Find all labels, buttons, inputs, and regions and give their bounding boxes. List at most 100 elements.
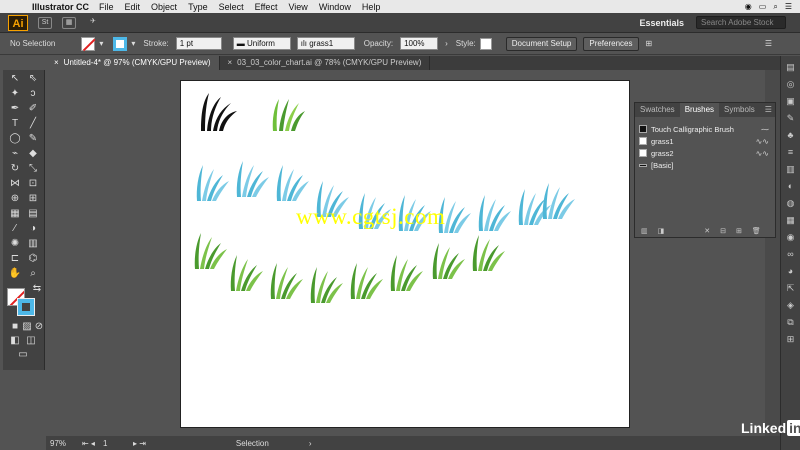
chevron-right-icon[interactable]: › xyxy=(309,439,312,448)
grass-tuft[interactable] xyxy=(196,165,229,201)
type-tool-icon[interactable]: T xyxy=(7,117,23,131)
current-tool-status[interactable]: Selection xyxy=(236,439,269,448)
dropdown-arrow-icon[interactable]: ▾ xyxy=(99,39,103,48)
brush-item-touch-calligraphic[interactable]: Touch Calligraphic Brush ⁓ xyxy=(635,123,775,135)
layers-icon[interactable]: ◎ xyxy=(785,78,797,90)
tab-brushes[interactable]: Brushes xyxy=(679,103,720,117)
artboard[interactable] xyxy=(180,80,630,428)
grass-tuft[interactable] xyxy=(276,165,309,201)
graph-tool-icon[interactable]: ▥ xyxy=(25,237,41,251)
symbol-sprayer-icon[interactable]: ✺ xyxy=(7,237,23,251)
opacity-field[interactable]: 100% xyxy=(400,37,439,50)
document-setup-button[interactable]: Document Setup xyxy=(505,36,578,51)
brush-item-grass1[interactable]: grass1 ∿∿ xyxy=(635,135,775,147)
new-brush-icon[interactable]: ⊞ xyxy=(736,227,742,235)
brush-item-basic[interactable]: [Basic] xyxy=(635,159,775,171)
graphic-styles-icon[interactable]: ▦ xyxy=(785,214,797,226)
menu-object[interactable]: Object xyxy=(151,2,177,12)
rotate-tool-icon[interactable]: ↻ xyxy=(7,162,23,176)
links-icon[interactable]: ∞ xyxy=(785,248,797,260)
magic-wand-icon[interactable]: ✦ xyxy=(7,87,23,101)
menu-select[interactable]: Select xyxy=(219,2,244,12)
workspace-switcher[interactable]: Essentials xyxy=(639,18,684,28)
remove-stroke-icon[interactable]: ✕ xyxy=(704,227,710,235)
grass-tuft[interactable] xyxy=(472,235,505,271)
hand-tool-icon[interactable]: ✋ xyxy=(7,267,23,281)
zoom-tool-icon[interactable]: ⌕ xyxy=(25,267,41,281)
menu-edit[interactable]: Edit xyxy=(125,2,141,12)
gradient-tool-icon[interactable]: ▤ xyxy=(25,207,41,221)
grass-tuft[interactable] xyxy=(236,161,269,197)
slice-tool-icon[interactable]: ⌬ xyxy=(25,252,41,266)
screen-mode-icon[interactable]: ▭ xyxy=(15,348,31,362)
list-icon[interactable]: ☰ xyxy=(785,2,792,11)
symbols-icon[interactable]: ♣ xyxy=(785,129,797,141)
brush-libraries-icon[interactable]: ▥ xyxy=(641,227,648,235)
brush-definition[interactable]: ılı grass1 xyxy=(296,37,355,50)
brush-item-grass2[interactable]: grass2 ∿∿ xyxy=(635,147,775,159)
ellipse-tool-icon[interactable]: ◯ xyxy=(7,132,23,146)
camera-icon[interactable]: ◉ xyxy=(745,2,752,11)
gpu-performance-icon[interactable]: ✈ xyxy=(86,17,100,29)
menu-window[interactable]: Window xyxy=(319,2,351,12)
blend-tool-icon[interactable]: ◑ xyxy=(25,222,41,236)
color-icon[interactable]: ◕ xyxy=(785,265,797,277)
panel-menu-icon[interactable]: ☰ xyxy=(765,39,772,48)
free-transform-icon[interactable]: ⊡ xyxy=(25,177,41,191)
selection-tool-icon[interactable]: ↖ xyxy=(7,72,23,86)
variable-width-profile[interactable]: ▬ Uniform xyxy=(232,37,291,50)
tab-swatches[interactable]: Swatches xyxy=(635,103,680,117)
chevron-right-icon[interactable]: › xyxy=(445,39,448,48)
dropdown-arrow-icon[interactable]: ▾ xyxy=(131,39,135,48)
drawing-mode-icon[interactable]: ◧ xyxy=(7,334,23,348)
grass-tuft[interactable] xyxy=(478,195,511,231)
pen-tool-icon[interactable]: ✒ xyxy=(7,102,23,116)
align-icon[interactable]: ⊞ xyxy=(785,333,797,345)
libraries-panel-icon[interactable]: ◨ xyxy=(658,227,665,235)
menu-help[interactable]: Help xyxy=(362,2,381,12)
airplay-icon[interactable]: ▭ xyxy=(759,2,767,11)
arrange-documents-icon[interactable]: ▦ xyxy=(62,16,76,29)
grass-tuft[interactable] xyxy=(542,183,575,219)
grass-tuft[interactable] xyxy=(194,233,227,269)
layers-stack-icon[interactable]: ◈ xyxy=(785,299,797,311)
menu-view[interactable]: View xyxy=(288,2,307,12)
fill-swatch[interactable] xyxy=(81,36,96,51)
stroke-swatch[interactable] xyxy=(113,36,128,51)
tab-untitled-4[interactable]: × Untitled-4* @ 97% (CMYK/GPU Preview) xyxy=(46,56,220,70)
inside-draw-icon[interactable]: ◫ xyxy=(23,334,39,348)
menu-file[interactable]: File xyxy=(99,2,114,12)
tab-color-chart[interactable]: × 03_03_color_chart.ai @ 78% (CMYK/GPU P… xyxy=(220,56,431,70)
menu-type[interactable]: Type xyxy=(188,2,208,12)
none-mode-icon[interactable]: ⊘ xyxy=(31,320,47,334)
zoom-field[interactable]: 97% xyxy=(50,439,76,448)
eraser-tool-icon[interactable]: ◆ xyxy=(25,147,41,161)
line-tool-icon[interactable]: ╱ xyxy=(25,117,41,131)
grass-tuft[interactable] xyxy=(432,243,465,279)
menu-effect[interactable]: Effect xyxy=(255,2,278,12)
close-icon[interactable]: × xyxy=(54,56,59,70)
scale-tool-icon[interactable]: ⤡ xyxy=(25,162,41,176)
transparency-icon[interactable]: ◐ xyxy=(785,180,797,192)
gradient-icon[interactable]: ▥ xyxy=(785,163,797,175)
width-tool-icon[interactable]: ⋈ xyxy=(7,177,23,191)
grass-tuft[interactable] xyxy=(390,255,423,291)
stock-icon[interactable]: St xyxy=(38,16,52,29)
eyedropper-icon[interactable]: ⁄ xyxy=(7,222,23,236)
grass-tuft[interactable] xyxy=(230,255,263,291)
tab-symbols[interactable]: Symbols xyxy=(719,103,760,117)
panel-menu-icon[interactable]: ☰ xyxy=(760,103,777,117)
perspective-grid-icon[interactable]: ⊞ xyxy=(25,192,41,206)
shaper-tool-icon[interactable]: ⌁ xyxy=(7,147,23,161)
color-guide-icon[interactable]: ◉ xyxy=(785,231,797,243)
appearance-icon[interactable]: ◍ xyxy=(785,197,797,209)
stock-search-input[interactable]: Search Adobe Stock xyxy=(696,16,786,29)
stroke-color-box[interactable] xyxy=(17,298,35,316)
close-icon[interactable]: × xyxy=(228,56,233,70)
spotlight-icon[interactable]: ⌕ xyxy=(773,2,777,12)
properties-icon[interactable]: ▤ xyxy=(785,61,797,73)
artboard-nav-prev-icon[interactable]: ⇤ ◂ xyxy=(82,439,95,448)
artboard-number-field[interactable]: 1 xyxy=(103,439,133,448)
app-menu[interactable]: Illustrator CC xyxy=(32,2,89,12)
options-icon[interactable]: ⊟ xyxy=(720,227,726,235)
